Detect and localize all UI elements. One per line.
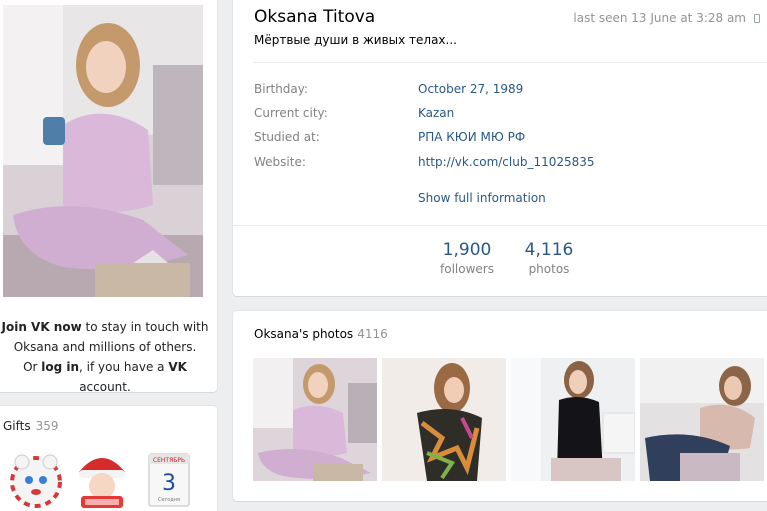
photo-thumbnail[interactable] bbox=[382, 358, 506, 481]
gifts-count: 359 bbox=[35, 419, 59, 433]
counter-followers-value: 1,900 bbox=[442, 240, 492, 260]
info-value-birthday[interactable]: October 27, 1989 bbox=[418, 82, 523, 96]
photo-thumbnail[interactable] bbox=[511, 358, 635, 481]
vk-brand: VK bbox=[168, 360, 187, 374]
join-text-2: Oksana and millions of others. bbox=[13, 340, 197, 354]
join-link[interactable]: Join VK now bbox=[2, 320, 82, 334]
divider bbox=[233, 225, 767, 226]
login-link[interactable]: log in bbox=[41, 360, 79, 374]
profile-avatar[interactable] bbox=[3, 5, 203, 297]
counter-photos[interactable]: 4,116 photos bbox=[519, 240, 579, 278]
photos-header[interactable]: Oksana's photos 4116 bbox=[254, 327, 388, 341]
photos-count: 4116 bbox=[357, 327, 388, 341]
photos-card: Oksana's photos 4116 bbox=[233, 311, 767, 501]
profile-info-card: Oksana Titova last seen 13 June at 3:28 … bbox=[233, 0, 767, 296]
info-value-studied[interactable]: РПА КЮИ МЮ РФ bbox=[418, 130, 525, 144]
photo-thumbnail[interactable] bbox=[640, 358, 764, 481]
info-value-website[interactable]: http://vk.com/club_11025835 bbox=[418, 155, 595, 169]
counter-photos-label: photos bbox=[528, 262, 570, 276]
info-value-city[interactable]: Kazan bbox=[418, 106, 454, 120]
gift-santa-icon[interactable] bbox=[73, 448, 131, 511]
photos-title: Oksana's photos bbox=[254, 327, 354, 341]
info-label: Current city: bbox=[254, 106, 328, 120]
photo-thumbnail[interactable] bbox=[253, 358, 377, 481]
info-label: Studied at: bbox=[254, 130, 320, 144]
calendar-month: СЕНТЯБРЬ bbox=[153, 457, 185, 464]
calendar-caption: Сегодня bbox=[158, 497, 180, 503]
join-text-3c: account. bbox=[79, 380, 131, 394]
profile-avatar-card: Join VK now to stay in touch with Oksana… bbox=[0, 0, 217, 394]
mobile-phone-icon bbox=[754, 13, 760, 23]
calendar-day: 3 bbox=[162, 471, 176, 496]
divider bbox=[254, 62, 767, 63]
show-full-information-link[interactable]: Show full information bbox=[418, 191, 546, 205]
gifts-header[interactable]: Gifts 359 bbox=[3, 419, 59, 433]
join-text-3b: , if you have a bbox=[79, 360, 169, 374]
counter-followers[interactable]: 1,900 followers bbox=[437, 240, 497, 278]
gifts-title: Gifts bbox=[3, 419, 31, 433]
gift-bear-icon[interactable] bbox=[7, 448, 65, 511]
counter-followers-label: followers bbox=[440, 262, 494, 276]
profile-status: Мёртвые души в живых телах... bbox=[254, 33, 457, 47]
gifts-card: Gifts 359 СЕНТЯБРЬ 3 Сегодня bbox=[0, 406, 217, 511]
gift-calendar-icon[interactable]: СЕНТЯБРЬ 3 Сегодня bbox=[139, 448, 197, 511]
join-text-1: to stay in touch with bbox=[81, 320, 209, 334]
info-label: Birthday: bbox=[254, 82, 309, 96]
info-label: Website: bbox=[254, 155, 306, 169]
profile-name: Oksana Titova bbox=[254, 7, 376, 27]
join-prompt: Join VK now to stay in touch with Oksana… bbox=[0, 317, 210, 397]
counter-photos-value: 4,116 bbox=[524, 240, 574, 260]
last-seen-status: last seen 13 June at 3:28 am bbox=[573, 11, 760, 25]
join-text-3a: Or bbox=[23, 360, 42, 374]
last-seen-text: last seen 13 June at 3:28 am bbox=[573, 11, 746, 25]
